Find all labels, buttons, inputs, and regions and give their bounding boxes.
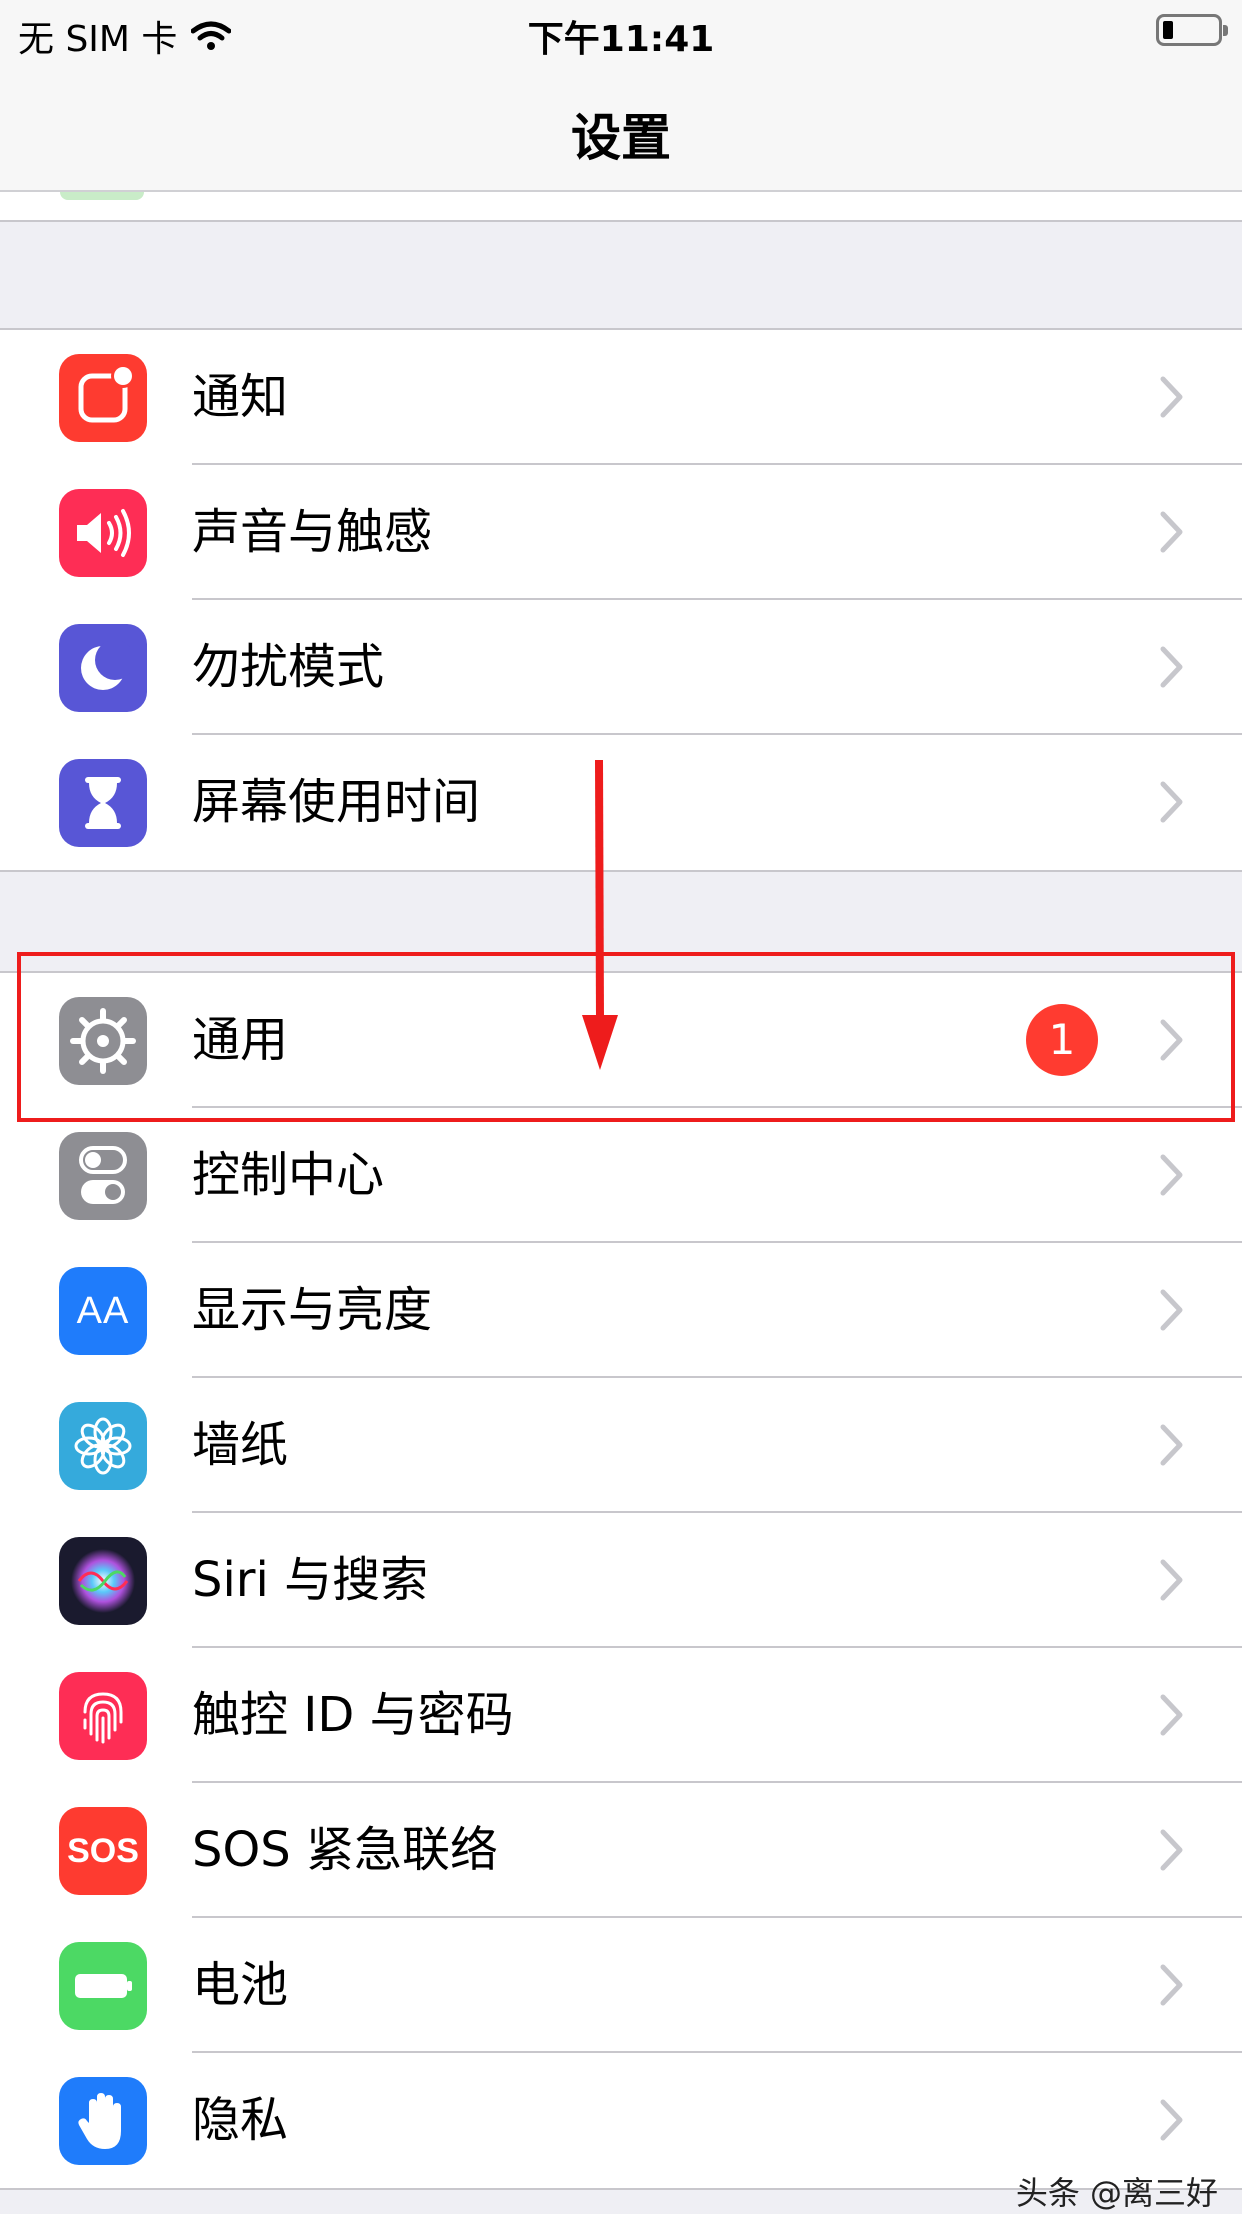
row-label: 触控 ID 与密码 xyxy=(192,1687,514,1743)
status-time: 下午11:41 xyxy=(527,19,715,60)
battery-icon xyxy=(59,1942,147,2030)
status-bar: 无 SIM 卡 下午11:41 xyxy=(0,0,1242,60)
hourglass-icon xyxy=(59,759,147,847)
chevron-right-icon xyxy=(1160,1289,1183,1331)
toggles-icon xyxy=(59,1132,147,1220)
page-title: 设置 xyxy=(571,109,671,167)
settings-group-2: 通用 1 控制中心 AA 显示与亮度 墙纸 Siri 与搜索 触控 ID 与密码… xyxy=(0,971,1242,2190)
settings-row-battery[interactable]: 电池 xyxy=(0,1918,1242,2053)
previous-row-icon xyxy=(60,192,144,200)
settings-row-display[interactable]: AA 显示与亮度 xyxy=(0,1243,1242,1378)
settings-row-sounds[interactable]: 声音与触感 xyxy=(0,465,1242,600)
chevron-right-icon xyxy=(1160,1964,1183,2006)
chevron-right-icon xyxy=(1160,2099,1183,2141)
row-label: 墙纸 xyxy=(192,1417,289,1473)
row-label: 控制中心 xyxy=(192,1147,385,1203)
row-label: 通用 xyxy=(192,1012,289,1068)
notification-badge: 1 xyxy=(1026,1004,1098,1076)
sos-glyph: SOS xyxy=(67,1831,139,1870)
moon-icon xyxy=(59,624,147,712)
previous-row-remnant xyxy=(0,192,1242,222)
chevron-right-icon xyxy=(1160,511,1183,553)
fingerprint-icon xyxy=(59,1672,147,1760)
row-label: 屏幕使用时间 xyxy=(192,774,481,830)
chevron-right-icon xyxy=(1160,1154,1183,1196)
navigation-bar: 设置 xyxy=(0,60,1242,192)
text-size-glyph: AA xyxy=(76,1289,130,1332)
chevron-right-icon xyxy=(1160,646,1183,688)
row-label: SOS 紧急联络 xyxy=(192,1822,498,1878)
row-label: 通知 xyxy=(192,369,289,425)
row-label: 电池 xyxy=(192,1957,289,2013)
watermark: 头条 @离三好 xyxy=(1015,2174,1218,2212)
speaker-icon xyxy=(59,489,147,577)
chevron-right-icon xyxy=(1160,1694,1183,1736)
settings-row-sos[interactable]: SOS SOS 紧急联络 xyxy=(0,1783,1242,1918)
row-label: 隐私 xyxy=(192,2092,289,2148)
settings-row-wallpaper[interactable]: 墙纸 xyxy=(0,1378,1242,1513)
settings-row-dnd[interactable]: 勿扰模式 xyxy=(0,600,1242,735)
hand-icon xyxy=(59,2077,147,2165)
chevron-right-icon xyxy=(1160,1559,1183,1601)
settings-row-siri[interactable]: Siri 与搜索 xyxy=(0,1513,1242,1648)
siri-icon xyxy=(59,1537,147,1625)
settings-row-notifications[interactable]: 通知 xyxy=(0,330,1242,465)
gear-icon xyxy=(59,997,147,1085)
text-size-icon: AA xyxy=(59,1267,147,1355)
notifications-icon xyxy=(59,354,147,442)
row-label: Siri 与搜索 xyxy=(192,1552,429,1608)
row-label: 勿扰模式 xyxy=(192,639,385,695)
settings-row-touch-id[interactable]: 触控 ID 与密码 xyxy=(0,1648,1242,1783)
chevron-right-icon xyxy=(1160,781,1183,823)
row-label: 显示与亮度 xyxy=(192,1282,433,1338)
annotation-arrow-icon xyxy=(582,760,618,1070)
chevron-right-icon xyxy=(1160,1829,1183,1871)
row-label: 声音与触感 xyxy=(192,504,433,560)
sos-icon: SOS xyxy=(59,1807,147,1895)
settings-row-control-center[interactable]: 控制中心 xyxy=(0,1108,1242,1243)
battery-status-icon xyxy=(1156,14,1228,46)
flower-icon xyxy=(59,1402,147,1490)
chevron-right-icon xyxy=(1160,1424,1183,1466)
chevron-right-icon xyxy=(1160,1019,1183,1061)
chevron-right-icon xyxy=(1160,376,1183,418)
battery-level xyxy=(1163,21,1173,39)
